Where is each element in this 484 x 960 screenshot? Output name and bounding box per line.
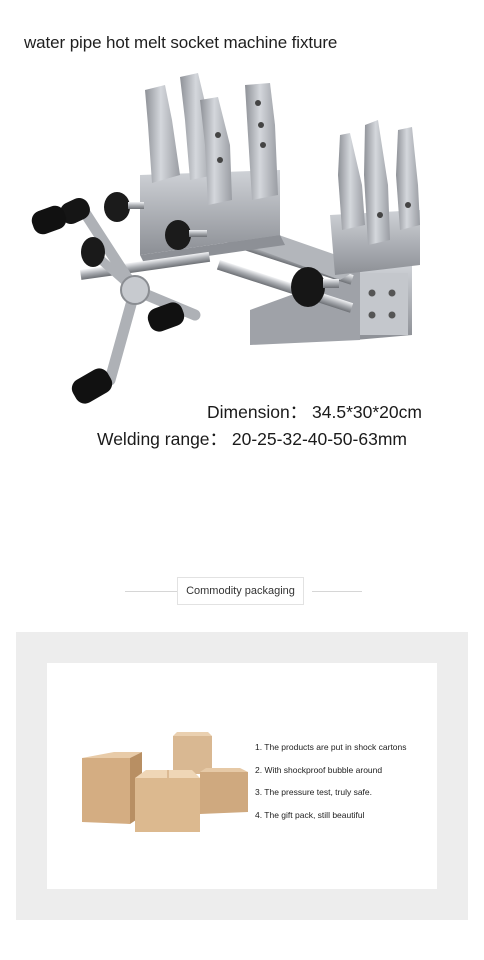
section-heading-label: Commodity packaging bbox=[177, 577, 304, 605]
list-item: 4. The gift pack, still beautiful bbox=[255, 809, 365, 820]
page-title: water pipe hot melt socket machine fixtu… bbox=[24, 33, 338, 52]
welding-range-spec: Welding range： 20-25-32-40-50-63mm bbox=[97, 429, 407, 449]
divider-right bbox=[312, 591, 362, 592]
packaging-list: 1. The products are put in shock cartons… bbox=[255, 742, 407, 832]
list-item: 1. The products are put in shock cartons bbox=[255, 742, 407, 752]
section-heading: Commodity packaging bbox=[0, 577, 484, 607]
list-item: 3. The pressure test, truly safe. bbox=[255, 787, 373, 797]
left-clamp bbox=[140, 73, 285, 265]
list-item: 2. With shockproof bubble around bbox=[255, 764, 383, 775]
right-clamp bbox=[330, 120, 420, 275]
divider-left bbox=[125, 591, 177, 592]
cardboard-boxes-image bbox=[82, 732, 248, 832]
welding-fixture-image bbox=[31, 73, 420, 404]
dimension-spec: Dimension： 34.5*30*20cm bbox=[207, 402, 422, 422]
